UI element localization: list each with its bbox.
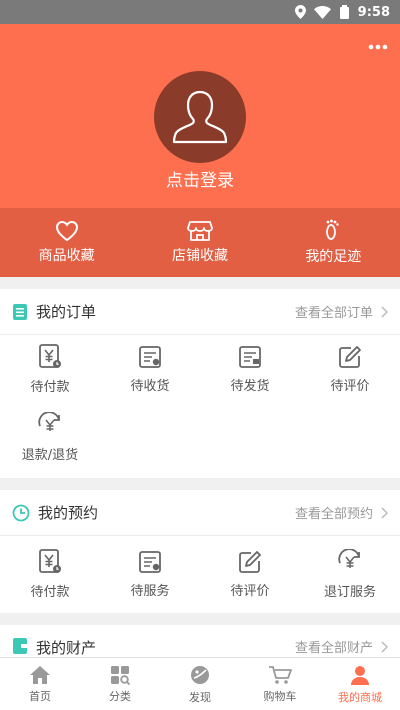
chevron-right-icon bbox=[381, 305, 388, 318]
order-pending-payment[interactable]: 待付款 bbox=[0, 335, 100, 403]
view-all-bookings-label: 查看全部预约 bbox=[294, 507, 373, 522]
chevron-right-icon bbox=[381, 640, 388, 653]
fav-stores-label: 店铺收藏 bbox=[171, 248, 228, 264]
tab-cart[interactable]: 购物车 bbox=[240, 658, 320, 710]
fav-products-label: 商品收藏 bbox=[38, 248, 95, 264]
profile-header: 点击登录 bbox=[0, 24, 400, 208]
booking-pending-payment[interactable]: 待付款 bbox=[0, 536, 100, 612]
assets-title: 我的财产 bbox=[36, 639, 97, 657]
refund-icon bbox=[38, 411, 60, 431]
refund-icon bbox=[338, 548, 360, 568]
view-all-assets-label: 查看全部财产 bbox=[294, 641, 373, 656]
order-pending-receipt[interactable]: 待收货 bbox=[100, 335, 200, 403]
edit-icon bbox=[339, 345, 361, 368]
my-footprints-label: 我的足迹 bbox=[305, 249, 362, 265]
fav-products-button[interactable]: 商品收藏 bbox=[0, 208, 133, 277]
bottom-tab-bar: 首页 分类 发现 购物车 我的商城 bbox=[0, 657, 400, 710]
wallet-icon bbox=[13, 638, 27, 654]
service-icon bbox=[139, 550, 161, 573]
view-all-assets-link[interactable]: 查看全部财产 bbox=[295, 637, 388, 656]
orders-card: 我的订单 查看全部订单 待付款 待收货 待发货 待评价 退款/退货 bbox=[0, 289, 400, 478]
orders-title: 我的订单 bbox=[36, 303, 97, 321]
view-all-bookings-link[interactable]: 查看全部预约 bbox=[295, 503, 388, 522]
booking-pending-service[interactable]: 待服务 bbox=[100, 536, 200, 612]
ship-box-icon bbox=[239, 345, 261, 368]
profile-icon bbox=[351, 665, 369, 685]
booking-pending-service-label: 待服务 bbox=[130, 583, 170, 599]
signal-icon bbox=[339, 5, 350, 19]
booking-header: 我的预约 查看全部预约 bbox=[0, 490, 400, 536]
tab-my-store[interactable]: 我的商城 bbox=[320, 658, 400, 710]
login-link[interactable]: 点击登录 bbox=[0, 166, 400, 191]
view-all-orders-label: 查看全部订单 bbox=[294, 306, 373, 321]
fav-stores-button[interactable]: 店铺收藏 bbox=[133, 208, 266, 277]
assets-header: 我的财产 查看全部财产 bbox=[0, 625, 400, 657]
order-pending-payment-label: 待付款 bbox=[30, 379, 70, 395]
wifi-icon bbox=[313, 5, 331, 19]
view-all-orders-link[interactable]: 查看全部订单 bbox=[295, 302, 388, 321]
tab-home-label: 首页 bbox=[29, 689, 51, 703]
user-silhouette-icon bbox=[172, 90, 228, 144]
avatar[interactable] bbox=[154, 71, 246, 163]
assets-card: 我的财产 查看全部财产 bbox=[0, 625, 400, 657]
booking-card: 我的预约 查看全部预约 待付款 待服务 待评价 退订服务 bbox=[0, 490, 400, 613]
receive-box-icon bbox=[139, 345, 161, 368]
more-dots-icon[interactable] bbox=[368, 40, 388, 50]
category-icon bbox=[111, 665, 131, 685]
order-pending-shipment-label: 待发货 bbox=[230, 378, 270, 394]
tab-my-store-label: 我的商城 bbox=[338, 690, 382, 704]
booking-grid: 待付款 待服务 待评价 退订服务 bbox=[0, 536, 400, 612]
store-icon bbox=[187, 221, 213, 241]
orders-header: 我的订单 查看全部订单 bbox=[0, 289, 400, 335]
booking-pending-review[interactable]: 待评价 bbox=[200, 536, 300, 612]
location-icon bbox=[294, 5, 306, 19]
order-refund-return-label: 退款/退货 bbox=[21, 447, 79, 463]
booking-pending-review-label: 待评价 bbox=[230, 583, 270, 599]
my-footprints-button[interactable]: 我的足迹 bbox=[267, 208, 400, 277]
order-pending-review-label: 待评价 bbox=[330, 378, 370, 394]
tab-home[interactable]: 首页 bbox=[0, 658, 80, 710]
status-bar: 9:58 bbox=[0, 0, 400, 24]
home-icon bbox=[30, 665, 50, 684]
clock-icon bbox=[12, 504, 30, 521]
order-refund-return[interactable]: 退款/退货 bbox=[0, 403, 100, 471]
order-pending-receipt-label: 待收货 bbox=[130, 378, 170, 394]
chevron-right-icon bbox=[381, 506, 388, 519]
order-list-icon bbox=[13, 303, 27, 320]
tab-category-label: 分类 bbox=[109, 689, 131, 703]
heart-icon bbox=[55, 220, 78, 242]
status-time: 9:58 bbox=[357, 4, 390, 20]
tab-cart-label: 购物车 bbox=[263, 689, 297, 703]
yen-clock-icon bbox=[39, 548, 61, 573]
booking-pending-payment-label: 待付款 bbox=[30, 584, 70, 600]
booking-title: 我的预约 bbox=[38, 504, 99, 522]
tab-discover[interactable]: 发现 bbox=[160, 658, 240, 710]
discover-icon bbox=[191, 665, 209, 684]
favorites-bar: 商品收藏 店铺收藏 我的足迹 bbox=[0, 208, 400, 277]
order-pending-shipment[interactable]: 待发货 bbox=[200, 335, 300, 403]
order-pending-review[interactable]: 待评价 bbox=[300, 335, 400, 403]
orders-grid: 待付款 待收货 待发货 待评价 退款/退货 bbox=[0, 335, 400, 471]
yen-clock-icon bbox=[39, 343, 61, 368]
cart-icon bbox=[269, 665, 292, 684]
tab-discover-label: 发现 bbox=[189, 690, 211, 704]
tab-category[interactable]: 分类 bbox=[80, 658, 160, 710]
edit-icon bbox=[239, 550, 261, 573]
booking-cancel-service-label: 退订服务 bbox=[323, 584, 376, 600]
booking-cancel-service[interactable]: 退订服务 bbox=[300, 536, 400, 612]
footprint-icon bbox=[326, 219, 340, 240]
